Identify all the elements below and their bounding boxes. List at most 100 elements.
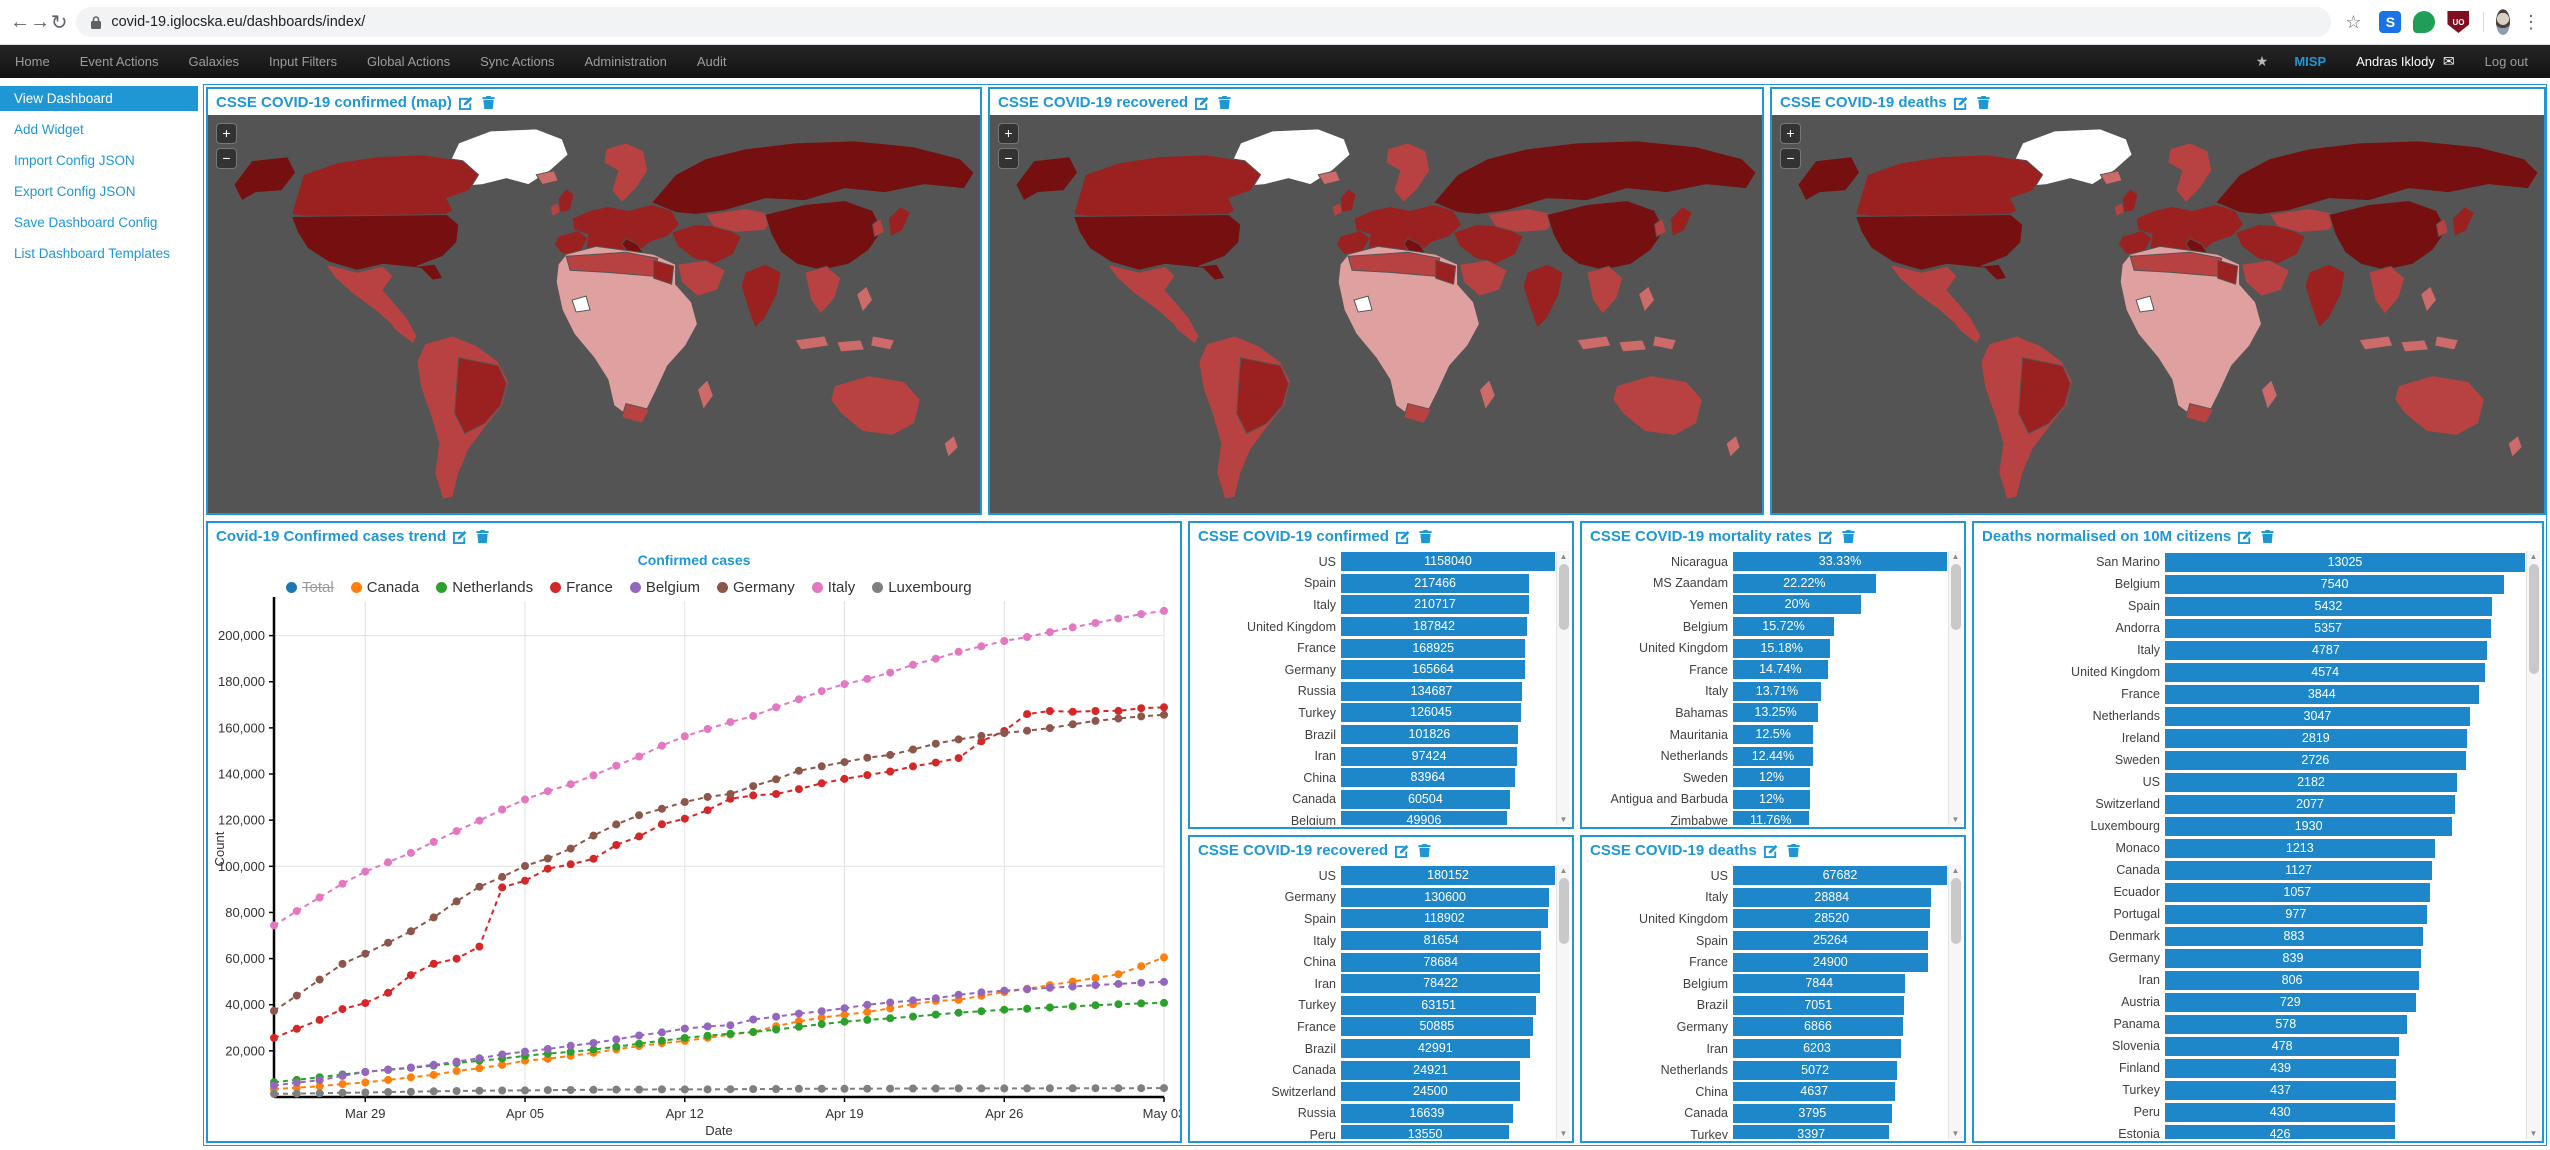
nav-item-home[interactable]: Home	[0, 45, 65, 78]
data-point	[590, 1086, 598, 1094]
nav-item-event-actions[interactable]: Event Actions	[65, 45, 174, 78]
map-zoom-out-button[interactable]: −	[216, 148, 237, 169]
browser-back-icon[interactable]: ←	[10, 5, 30, 39]
legend-dot	[812, 582, 823, 593]
bar-label: Italy	[1980, 643, 2165, 657]
map-zoom-in-button[interactable]: +	[1780, 123, 1801, 144]
sidebar-item-list-dashboard-templates[interactable]: List Dashboard Templates	[0, 241, 198, 266]
trash-icon[interactable]	[1976, 95, 1991, 110]
data-point	[635, 753, 643, 761]
bar-track: 426	[2165, 1125, 2525, 1140]
scroll-down-icon[interactable]: ▼	[1949, 1129, 1962, 1138]
bar-track: 97424	[1341, 747, 1555, 766]
data-point	[1000, 1084, 1008, 1092]
data-point	[475, 1054, 483, 1062]
legend-item-total[interactable]: Total	[286, 579, 334, 596]
org-link-misp[interactable]: MISP	[2294, 54, 2326, 69]
address-bar[interactable]: covid-19.iglocska.eu/dashboards/index/	[76, 7, 2331, 37]
browser-menu-icon[interactable]: ⋮	[2522, 12, 2540, 33]
widget-scrollbar[interactable]: ▲▼	[1948, 551, 1962, 825]
map-zoom-out-button[interactable]: −	[998, 148, 1019, 169]
bar-row: Mauritania12.5%	[1588, 724, 1947, 746]
scroll-down-icon[interactable]: ▼	[2527, 1129, 2540, 1138]
edit-icon[interactable]	[1764, 843, 1779, 858]
edit-icon[interactable]	[1819, 529, 1834, 544]
bar: 16639	[1341, 1104, 1513, 1123]
legend-item-canada[interactable]: Canada	[351, 579, 420, 596]
sidebar-item-view-dashboard[interactable]: View Dashboard	[0, 86, 198, 111]
sidebar-item-import-config-json[interactable]: Import Config JSON	[0, 148, 198, 173]
nav-item-input-filters[interactable]: Input Filters	[254, 45, 352, 78]
scroll-up-icon[interactable]: ▲	[1949, 866, 1962, 875]
bar-row: Monaco1213	[1980, 837, 2525, 859]
edit-icon[interactable]	[1195, 95, 1210, 110]
scroll-up-icon[interactable]: ▲	[1949, 552, 1962, 561]
edit-icon[interactable]	[1954, 95, 1969, 110]
bookmark-star-icon[interactable]: ☆	[2345, 12, 2361, 33]
map-zoom-out-button[interactable]: −	[1780, 148, 1801, 169]
widget-scrollbar[interactable]: ▲▼	[1556, 865, 1570, 1139]
data-point	[316, 1089, 324, 1097]
edit-icon[interactable]	[2238, 529, 2253, 544]
scrollbar-thumb[interactable]	[1951, 564, 1961, 630]
legend-item-netherlands[interactable]: Netherlands	[436, 579, 533, 596]
trash-icon[interactable]	[1418, 529, 1433, 544]
trash-icon[interactable]	[1417, 843, 1432, 858]
trash-icon[interactable]	[1786, 843, 1801, 858]
bar: 20%	[1733, 595, 1861, 614]
extension-ublock-icon[interactable]: UO	[2447, 11, 2469, 33]
scroll-up-icon[interactable]: ▲	[1557, 866, 1570, 875]
scrollbar-thumb[interactable]	[2529, 564, 2539, 674]
trash-icon[interactable]	[2260, 529, 2275, 544]
scroll-down-icon[interactable]: ▼	[1557, 815, 1570, 824]
sidebar-item-save-dashboard-config[interactable]: Save Dashboard Config	[0, 210, 198, 235]
legend-dot	[351, 582, 362, 593]
edit-icon[interactable]	[453, 529, 468, 544]
trash-icon[interactable]	[1217, 95, 1232, 110]
browser-profile-avatar[interactable]	[2496, 9, 2510, 35]
trash-icon[interactable]	[475, 529, 490, 544]
nav-item-galaxies[interactable]: Galaxies	[173, 45, 254, 78]
widget-scrollbar[interactable]: ▲▼	[1948, 865, 1962, 1139]
sidebar-item-add-widget[interactable]: Add Widget	[0, 117, 198, 142]
map-zoom-in-button[interactable]: +	[216, 123, 237, 144]
nav-item-administration[interactable]: Administration	[570, 45, 682, 78]
logout-link[interactable]: Log out	[2485, 54, 2528, 69]
browser-forward-icon[interactable]: →	[30, 5, 50, 39]
scroll-up-icon[interactable]: ▲	[1557, 552, 1570, 561]
browser-reload-icon[interactable]: ↻	[50, 5, 68, 39]
scrollbar-thumb[interactable]	[1559, 564, 1569, 630]
bar-row: Switzerland24500	[1196, 1081, 1555, 1103]
bar-row: France24900	[1588, 951, 1947, 973]
data-point	[430, 1071, 438, 1079]
user-name[interactable]: Andras Iklody	[2356, 54, 2435, 69]
bar-track: 217466	[1341, 574, 1555, 593]
envelope-icon[interactable]: ✉	[2443, 53, 2455, 70]
extension-green-icon[interactable]	[2413, 11, 2435, 33]
trash-icon[interactable]	[1841, 529, 1856, 544]
nav-item-global-actions[interactable]: Global Actions	[352, 45, 465, 78]
widget-scrollbar[interactable]: ▲▼	[2526, 551, 2540, 1139]
legend-item-luxembourg[interactable]: Luxembourg	[872, 579, 971, 596]
map-zoom-in-button[interactable]: +	[998, 123, 1019, 144]
nav-item-sync-actions[interactable]: Sync Actions	[465, 45, 569, 78]
scroll-up-icon[interactable]: ▲	[2527, 552, 2540, 561]
widget-scrollbar[interactable]: ▲▼	[1556, 551, 1570, 825]
legend-item-france[interactable]: France	[550, 579, 613, 596]
edit-icon[interactable]	[1395, 843, 1410, 858]
scroll-down-icon[interactable]: ▼	[1949, 815, 1962, 824]
scrollbar-thumb[interactable]	[1951, 878, 1961, 944]
favourites-star-icon[interactable]: ★	[2256, 53, 2269, 70]
sidebar-item-export-config-json[interactable]: Export Config JSON	[0, 179, 198, 204]
data-point	[453, 827, 461, 835]
legend-item-belgium[interactable]: Belgium	[630, 579, 700, 596]
legend-item-germany[interactable]: Germany	[717, 579, 795, 596]
legend-item-italy[interactable]: Italy	[812, 579, 856, 596]
nav-item-audit[interactable]: Audit	[682, 45, 742, 78]
scrollbar-thumb[interactable]	[1559, 878, 1569, 944]
edit-icon[interactable]	[1396, 529, 1411, 544]
extension-s-icon[interactable]: S	[2379, 11, 2401, 33]
edit-icon[interactable]	[459, 95, 474, 110]
scroll-down-icon[interactable]: ▼	[1557, 1129, 1570, 1138]
trash-icon[interactable]	[481, 95, 496, 110]
